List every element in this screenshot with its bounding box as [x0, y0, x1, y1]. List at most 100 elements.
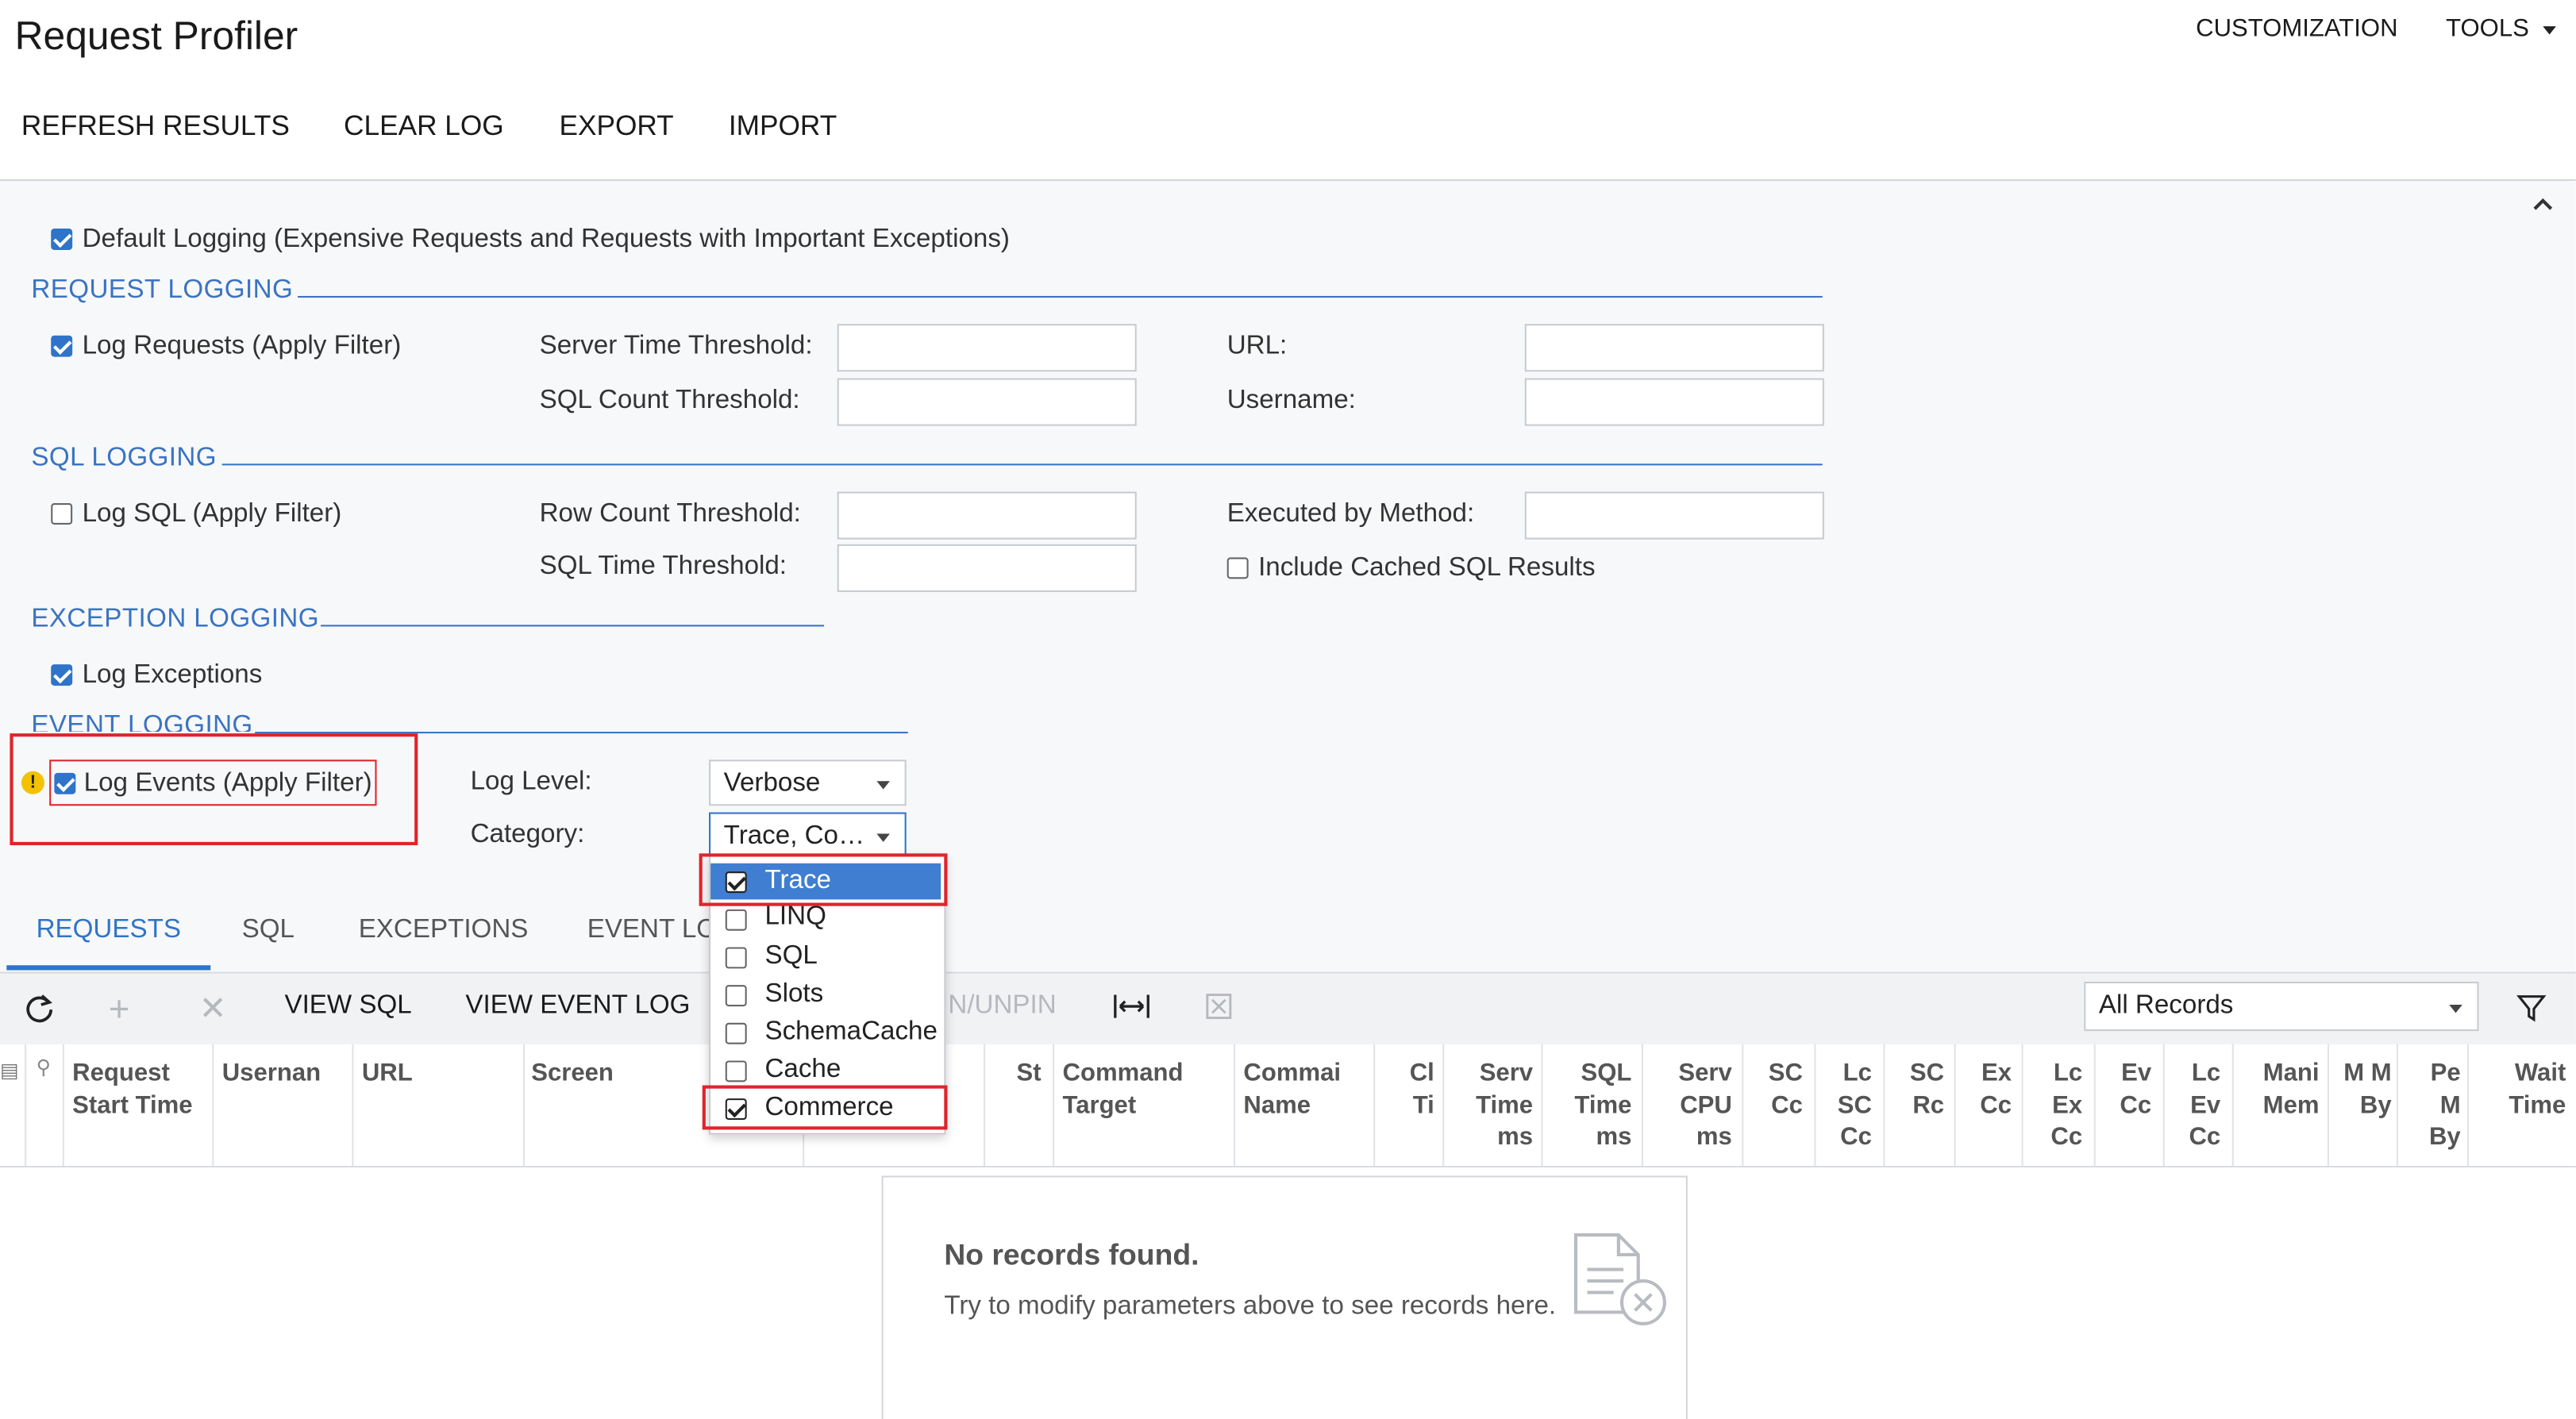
url-input[interactable] [1524, 324, 1824, 372]
log-exceptions-label: Log Exceptions [82, 660, 263, 690]
default-logging-label: Default Logging (Expensive Requests and … [82, 225, 1010, 254]
event-logging-header: EVENT LOGGING [31, 712, 253, 733]
view-sql-button[interactable]: VIEW SQL [284, 991, 411, 1021]
log-exceptions-checkbox[interactable] [51, 664, 73, 694]
username-input[interactable] [1524, 378, 1824, 426]
records-filter-value: All Records [2098, 991, 2234, 1020]
col-server-cpu[interactable]: Serv CPU ms [1654, 1057, 1731, 1153]
col-url[interactable]: URL [362, 1057, 510, 1089]
category-select[interactable]: Trace, Co… [709, 812, 907, 859]
fit-columns-icon[interactable] [1114, 993, 1150, 1019]
records-filter-select[interactable]: All Records [2084, 981, 2479, 1032]
url-label: URL: [1226, 332, 1288, 360]
log-level-value: Verbose [723, 769, 821, 798]
col-event-count[interactable]: Ev Cc [2105, 1057, 2151, 1121]
col-managed-memory[interactable]: Mani Mem [2243, 1057, 2320, 1121]
col-sql-rows[interactable]: SC Rc [1895, 1057, 1944, 1121]
section-divider [321, 625, 825, 627]
tab-sql[interactable]: SQL [242, 916, 295, 945]
category-option-label: LINQ [764, 902, 826, 931]
chevron-down-icon [876, 781, 890, 790]
col-peak-memory[interactable]: Pe M By [2412, 1057, 2461, 1153]
row-count-threshold-input[interactable] [837, 491, 1137, 540]
category-value: Trace, Co… [723, 822, 865, 851]
empty-state-subtitle: Try to modify parameters above to see re… [944, 1292, 1557, 1321]
chevron-down-icon [2449, 1004, 2462, 1013]
section-divider [221, 463, 1823, 466]
log-requests-checkbox[interactable] [51, 335, 73, 365]
customization-menu[interactable]: CUSTOMIZATION [2196, 15, 2397, 43]
empty-state-title: No records found. [944, 1238, 1199, 1271]
col-screen[interactable]: Screen [531, 1057, 695, 1089]
tab-event-log[interactable]: EVENT LO [587, 916, 717, 945]
tools-label: TOOLS [2446, 14, 2529, 43]
category-option-cache[interactable]: Cache [710, 1052, 941, 1089]
category-option-label: Slots [764, 979, 824, 1009]
checkbox-unchecked-icon [725, 947, 747, 969]
server-time-threshold-label: Server Time Threshold: [539, 332, 813, 360]
clear-log-button[interactable]: CLEAR LOG [344, 110, 504, 143]
log-sql-checkbox[interactable] [51, 503, 73, 533]
executed-by-method-label: Executed by Method: [1226, 499, 1475, 529]
tools-menu[interactable]: TOOLS [2446, 14, 2556, 43]
col-status[interactable]: St [1016, 1057, 1049, 1089]
filter-icon[interactable] [2516, 993, 2547, 1022]
col-server-time[interactable]: Serv Time ms [1456, 1057, 1533, 1153]
import-button[interactable]: IMPORT [729, 110, 837, 143]
category-option-label: SchemaCache [764, 1017, 938, 1046]
server-time-threshold-input[interactable] [837, 324, 1137, 372]
log-events-checkbox[interactable] [54, 772, 76, 802]
col-logged-sql-count[interactable]: Lc SC Cc [1826, 1057, 1872, 1153]
exception-logging-header: EXCEPTION LOGGING [31, 605, 319, 633]
add-icon[interactable]: + [109, 988, 130, 1031]
export-button[interactable]: EXPORT [559, 110, 673, 143]
category-option-schemacache[interactable]: SchemaCache [710, 1014, 941, 1051]
col-command-name[interactable]: Commai Name [1243, 1057, 1352, 1121]
row-selector-icon[interactable]: ▤ [0, 1059, 20, 1082]
log-level-select[interactable]: Verbose [709, 759, 907, 806]
sql-logging-header: SQL LOGGING [31, 444, 217, 472]
checkbox-unchecked-icon [725, 985, 747, 1007]
category-option-linq[interactable]: LINQ [710, 903, 941, 936]
log-level-label: Log Level: [470, 767, 592, 796]
col-request-start-time[interactable]: Request Start Time [72, 1057, 204, 1121]
highlight-box-commerce [702, 1085, 948, 1130]
log-requests-label: Log Requests (Apply Filter) [82, 332, 402, 360]
sql-count-threshold-input[interactable] [837, 378, 1137, 426]
sql-count-threshold-label: SQL Count Threshold: [539, 386, 800, 415]
highlight-box-trace [699, 853, 948, 906]
export-excel-icon[interactable] [1206, 993, 1232, 1020]
pin-icon[interactable]: ⚲ [37, 1056, 51, 1079]
checkbox-unchecked-icon [725, 1060, 747, 1083]
refresh-results-button[interactable]: REFRESH RESULTS [21, 110, 290, 143]
col-command-target[interactable]: Command Target [1063, 1057, 1227, 1121]
chevron-down-icon [876, 833, 890, 842]
category-option-sql[interactable]: SQL [710, 939, 941, 975]
col-client-time[interactable]: Cl Ti [1392, 1057, 1434, 1121]
checkbox-unchecked-icon [725, 1022, 747, 1044]
section-divider [298, 295, 1823, 298]
request-logging-header: REQUEST LOGGING [31, 276, 294, 305]
executed-by-method-input[interactable] [1524, 491, 1824, 540]
pin-unpin-button[interactable]: IN/UNPIN [941, 991, 1057, 1021]
collapse-icon[interactable] [2532, 192, 2555, 215]
col-logged-event-count[interactable]: Lc Ev Cc [2174, 1057, 2220, 1153]
category-option-label: Cache [764, 1056, 841, 1084]
col-sql-count[interactable]: SC Cc [1754, 1057, 1803, 1121]
default-logging-checkbox[interactable] [51, 229, 73, 258]
delete-icon[interactable]: ✕ [199, 988, 227, 1029]
page-title: Request Profiler [14, 14, 298, 60]
col-username[interactable]: Usernan [222, 1057, 344, 1089]
category-option-slots[interactable]: Slots [710, 977, 941, 1013]
col-exception-count[interactable]: Ex Cc [1966, 1057, 2012, 1121]
sql-time-threshold-input[interactable] [837, 544, 1137, 592]
col-wait-time[interactable]: Wait Time [2481, 1057, 2566, 1121]
col-memory-bytes[interactable]: M M By [2343, 1057, 2391, 1121]
refresh-icon[interactable] [23, 991, 56, 1024]
view-event-log-button[interactable]: VIEW EVENT LOG [465, 991, 690, 1021]
tab-requests[interactable]: REQUESTS [37, 916, 181, 945]
tab-exceptions[interactable]: EXCEPTIONS [359, 916, 529, 945]
col-sql-time[interactable]: SQL Time ms [1562, 1057, 1631, 1153]
include-cached-checkbox[interactable] [1226, 557, 1249, 586]
col-logged-exception-count[interactable]: Lc Ex Cc [2033, 1057, 2082, 1153]
